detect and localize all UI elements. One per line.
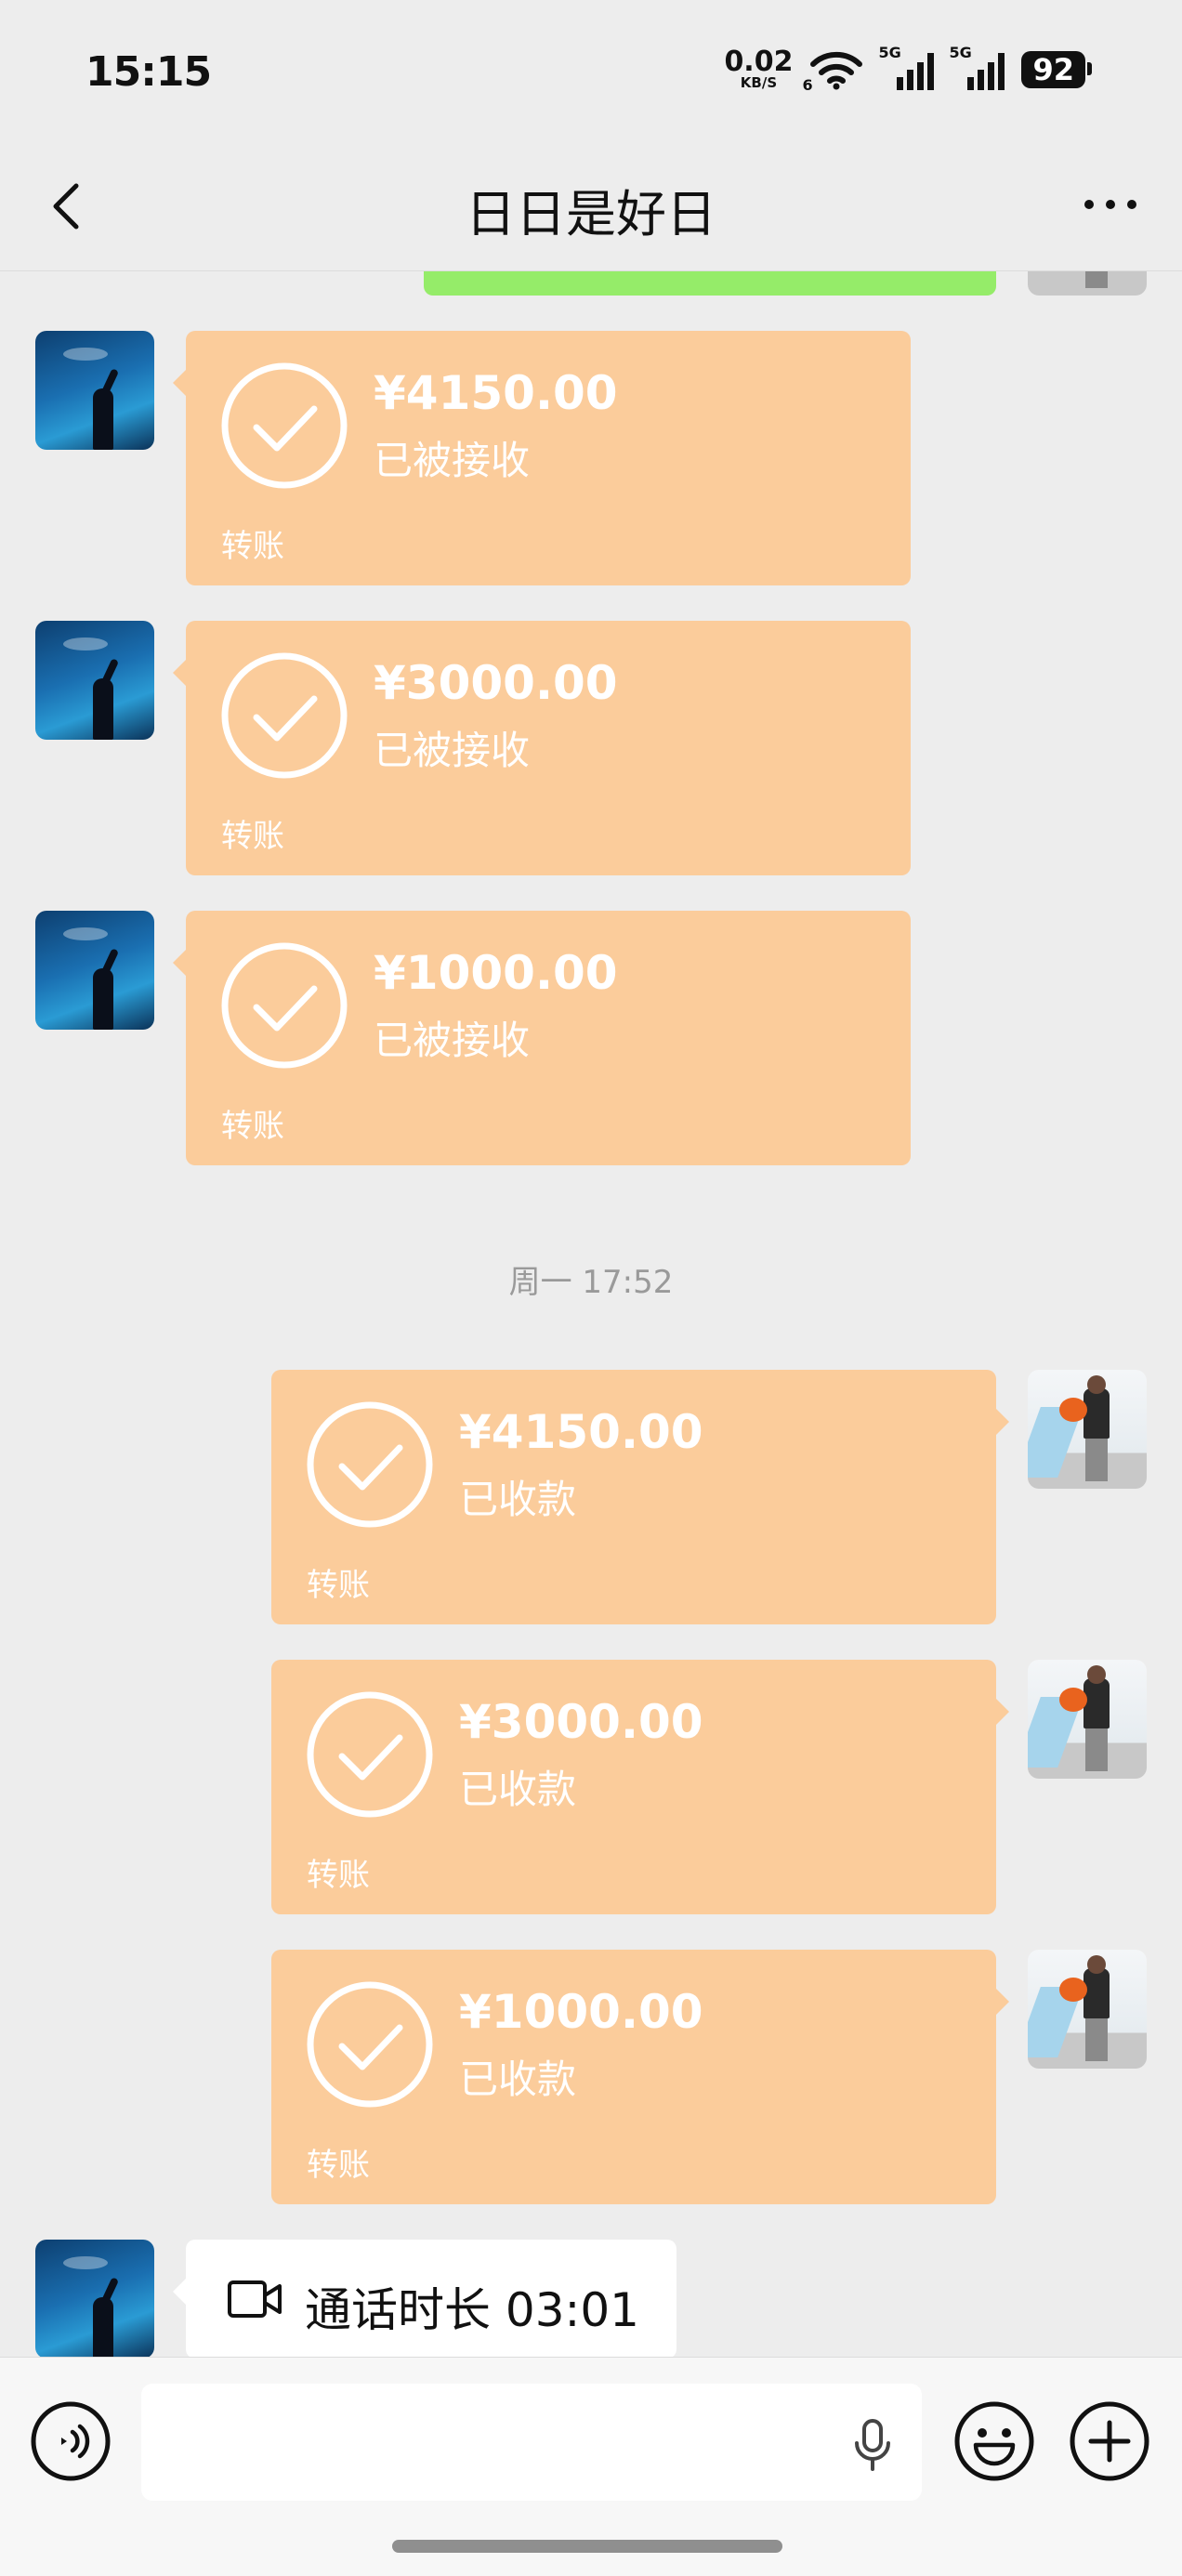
transfer-message[interactable]: ¥4150.00 已收款 转账 [271,1370,1009,1624]
call-message[interactable]: 通话时长 03:01 [173,2240,676,2359]
check-circle-icon [307,1691,433,1818]
transfer-amount: ¥1000.00 [374,946,618,1000]
voice-icon [31,2401,111,2481]
transfer-message[interactable]: ¥1000.00 已收款 转账 [271,1950,1009,2204]
voice-toggle-button[interactable] [30,2400,112,2482]
transfer-label: 转账 [221,818,284,855]
transfer-message[interactable]: ¥3000.00 已被接收 转账 [173,621,911,875]
avatar-self[interactable] [1028,1370,1147,1489]
avatar-self[interactable] [1028,1950,1147,2069]
home-indicator[interactable] [392,2540,782,2553]
transfer-status: 已收款 [459,1767,577,1812]
signal-icon: 5G [878,44,936,90]
check-circle-icon [307,1981,433,2108]
transfer-status: 已被接收 [374,438,531,483]
more-functions-button[interactable] [1069,2400,1150,2482]
chat-header: 日日是好日 [0,139,1182,271]
wifi-icon: 6 [802,49,865,94]
avatar-contact[interactable] [35,331,154,450]
transfer-label: 转账 [307,1857,370,1894]
status-icons: 0.02 KB/S 6 5G 5G 92 [724,44,1092,94]
status-bar: 15:15 0.02 KB/S 6 5G 5G 92 [0,0,1182,139]
transfer-message[interactable]: ¥4150.00 已被接收 转账 [173,331,911,585]
transfer-label: 转账 [307,1567,370,1604]
transfer-amount: ¥4150.00 [459,1405,703,1459]
more-button[interactable] [1078,177,1143,232]
status-time: 15:15 [85,48,212,96]
video-camera-icon [228,2280,282,2318]
transfer-label: 转账 [307,2147,370,2184]
transfer-status: 已收款 [459,2057,577,2102]
message-input[interactable] [141,2384,922,2501]
chat-title: 日日是好日 [466,185,716,243]
transfer-status: 已被接收 [374,728,531,773]
input-bar [0,2357,1182,2576]
emoji-button[interactable] [953,2400,1035,2482]
transfer-label: 转账 [221,1108,284,1145]
transfer-status: 已收款 [459,1477,577,1522]
avatar-contact[interactable] [35,2240,154,2359]
check-circle-icon [221,652,348,779]
transfer-message[interactable]: ¥3000.00 已收款 转账 [271,1660,1009,1914]
network-speed-unit: KB/S [740,74,778,91]
signal-tag: 5G [878,43,901,61]
transfer-message[interactable]: ¥1000.00 已被接收 转账 [173,911,911,1165]
wifi-tag: 6 [802,75,813,94]
text-message-bubble[interactable] [424,271,996,296]
transfer-status: 已被接收 [374,1018,531,1063]
avatar-contact[interactable] [35,911,154,1030]
transfer-amount: ¥1000.00 [459,1985,703,2039]
transfer-amount: ¥3000.00 [459,1695,703,1749]
check-circle-icon [307,1401,433,1528]
transfer-amount: ¥3000.00 [374,656,618,710]
avatar-contact[interactable] [35,621,154,740]
signal-icon: 5G [949,44,1006,90]
signal-tag: 5G [949,43,972,61]
transfer-amount: ¥4150.00 [374,366,618,420]
plus-circle-icon [1070,2401,1149,2481]
network-speed-value: 0.02 [724,46,794,78]
check-circle-icon [221,942,348,1069]
avatar-self[interactable] [1028,1660,1147,1779]
network-speed: 0.02 KB/S [724,48,793,90]
transfer-label: 转账 [221,528,284,565]
more-dots-icon [1084,200,1136,209]
check-circle-icon [221,362,348,489]
battery-indicator: 92 [1021,50,1092,88]
message-timestamp: 周一 17:52 [508,1264,674,1301]
microphone-icon [855,2419,890,2471]
call-duration-text: 通话时长 03:01 [305,2283,639,2337]
voice-input-button[interactable] [849,2417,896,2473]
emoji-icon [954,2401,1034,2481]
